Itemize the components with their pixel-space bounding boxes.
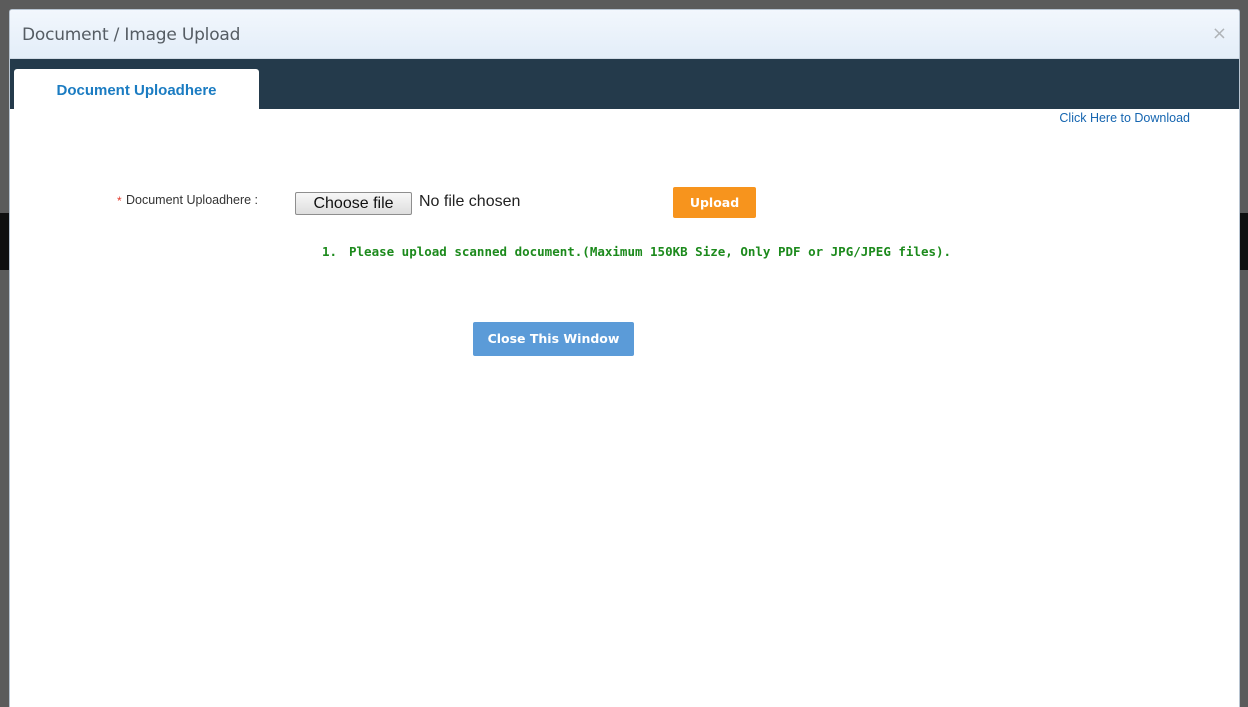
dialog-title: Document / Image Upload bbox=[22, 25, 241, 45]
file-status-text: No file chosen bbox=[419, 193, 521, 210]
note-number: 1. bbox=[322, 244, 338, 259]
tab-label: Document Uploadhere bbox=[56, 82, 217, 99]
close-icon[interactable]: × bbox=[1212, 24, 1227, 44]
backdrop-bar bbox=[0, 213, 9, 270]
field-label: Document Uploadhere : bbox=[126, 193, 259, 207]
tab-bar: Document Uploadhere bbox=[10, 59, 1239, 109]
tab-document-upload[interactable]: Document Uploadhere bbox=[14, 69, 259, 109]
upload-button[interactable]: Upload bbox=[673, 187, 756, 218]
required-mark: * bbox=[117, 194, 122, 208]
dialog-header: Document / Image Upload × bbox=[10, 10, 1239, 59]
note-text: Please upload scanned document.(Maximum … bbox=[349, 244, 952, 259]
choose-file-button[interactable]: Choose file bbox=[295, 192, 412, 215]
download-link[interactable]: Click Here to Download bbox=[1059, 111, 1190, 125]
close-window-button[interactable]: Close This Window bbox=[473, 322, 634, 356]
backdrop-bar bbox=[1240, 213, 1248, 270]
upload-dialog: Document / Image Upload × Document Uploa… bbox=[9, 9, 1240, 707]
